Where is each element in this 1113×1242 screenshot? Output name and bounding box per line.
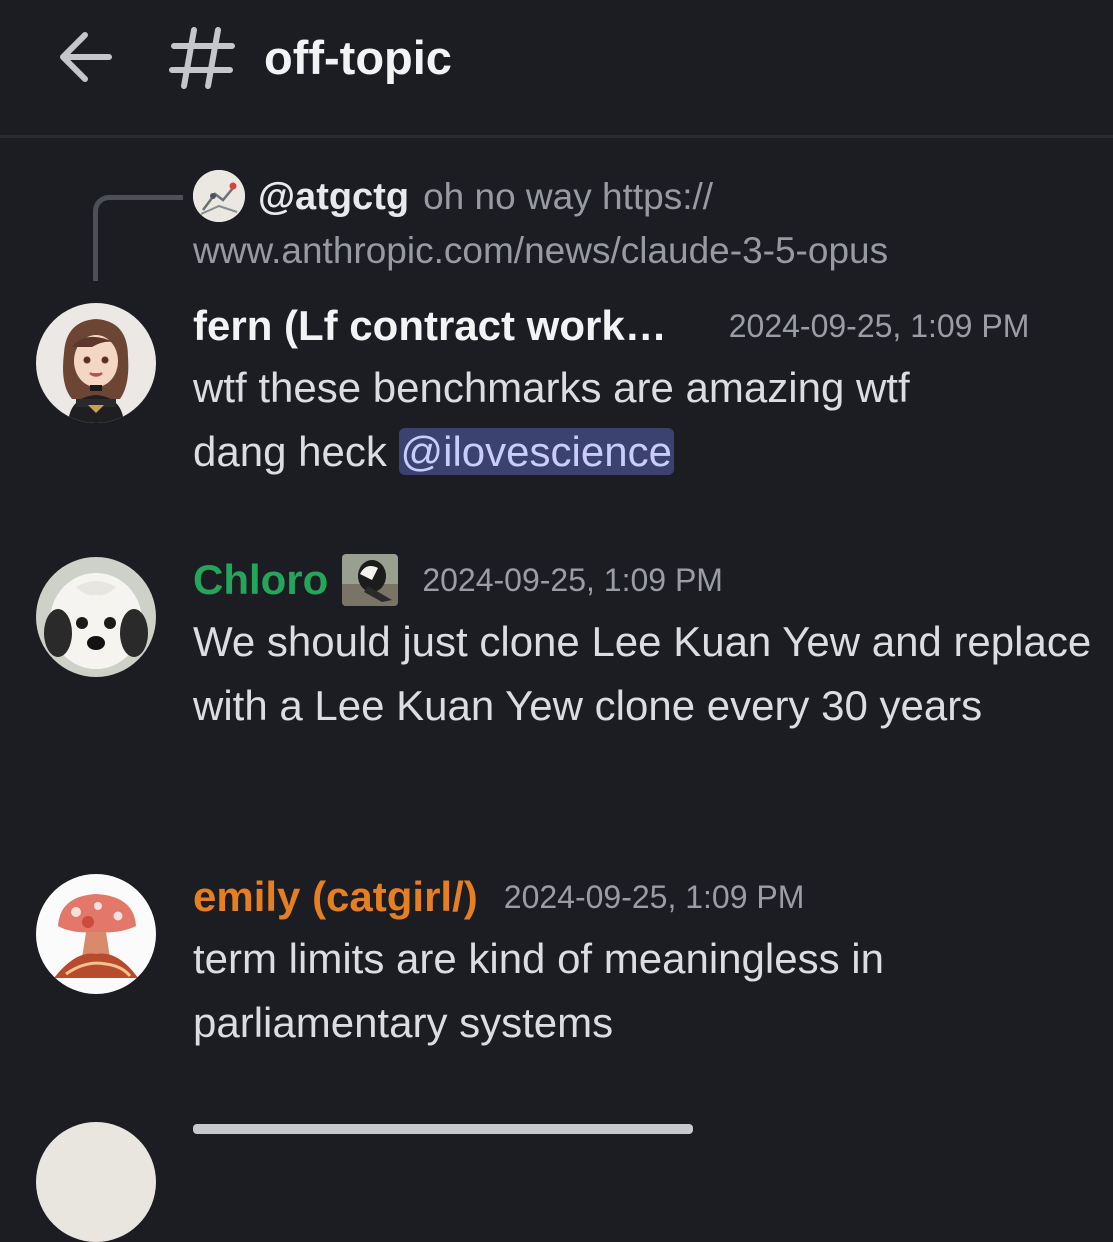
message-header: emily (catgirl/) 2024-09-25, 1:09 PM (193, 867, 804, 927)
hash-icon (169, 27, 235, 89)
avatar[interactable] (36, 874, 156, 994)
role-icon (342, 554, 399, 606)
message-header: fern (Lf contract work… 2024-09-25, 1:09… (193, 296, 1029, 356)
channel-name[interactable]: off-topic (264, 28, 452, 88)
truncated-message (193, 1124, 693, 1134)
timestamp: 2024-09-25, 1:09 PM (503, 879, 805, 915)
reply-username[interactable]: @atgctg (258, 176, 409, 218)
user-mention[interactable]: @ilovescience (398, 428, 674, 475)
message-text: We should just clone Lee Kuan Yew and re… (193, 618, 1092, 729)
avatar[interactable] (36, 1122, 156, 1242)
reply-text-line2: www.anthropic.com/news/claude-3-5-opus (193, 230, 889, 271)
reply-connector (93, 195, 183, 281)
reply-preview[interactable]: @atgctg oh no way https:// (258, 170, 1098, 232)
avatar[interactable] (36, 557, 156, 677)
message-text: wtf these benchmarks are amazing wtf dan… (193, 356, 1013, 484)
back-button[interactable] (50, 22, 120, 92)
username[interactable]: emily (catgirl/) (193, 867, 478, 927)
arrow-left-icon (60, 32, 112, 82)
message-header: Chloro 2024-09-25, 1:09 PM (193, 550, 723, 610)
username[interactable]: Chloro (193, 550, 328, 610)
timestamp: 2024-09-25, 1:09 PM (728, 308, 1030, 344)
message-text: term limits are kind of meaningless in p… (193, 935, 884, 1046)
reply-text-line1: oh no way https:// (423, 176, 714, 217)
timestamp: 2024-09-25, 1:09 PM (422, 562, 723, 598)
reply-avatar[interactable] (193, 170, 245, 222)
username[interactable]: fern (Lf contract work… (193, 296, 667, 356)
channel-header: off-topic (0, 0, 1113, 138)
avatar[interactable] (36, 303, 156, 423)
